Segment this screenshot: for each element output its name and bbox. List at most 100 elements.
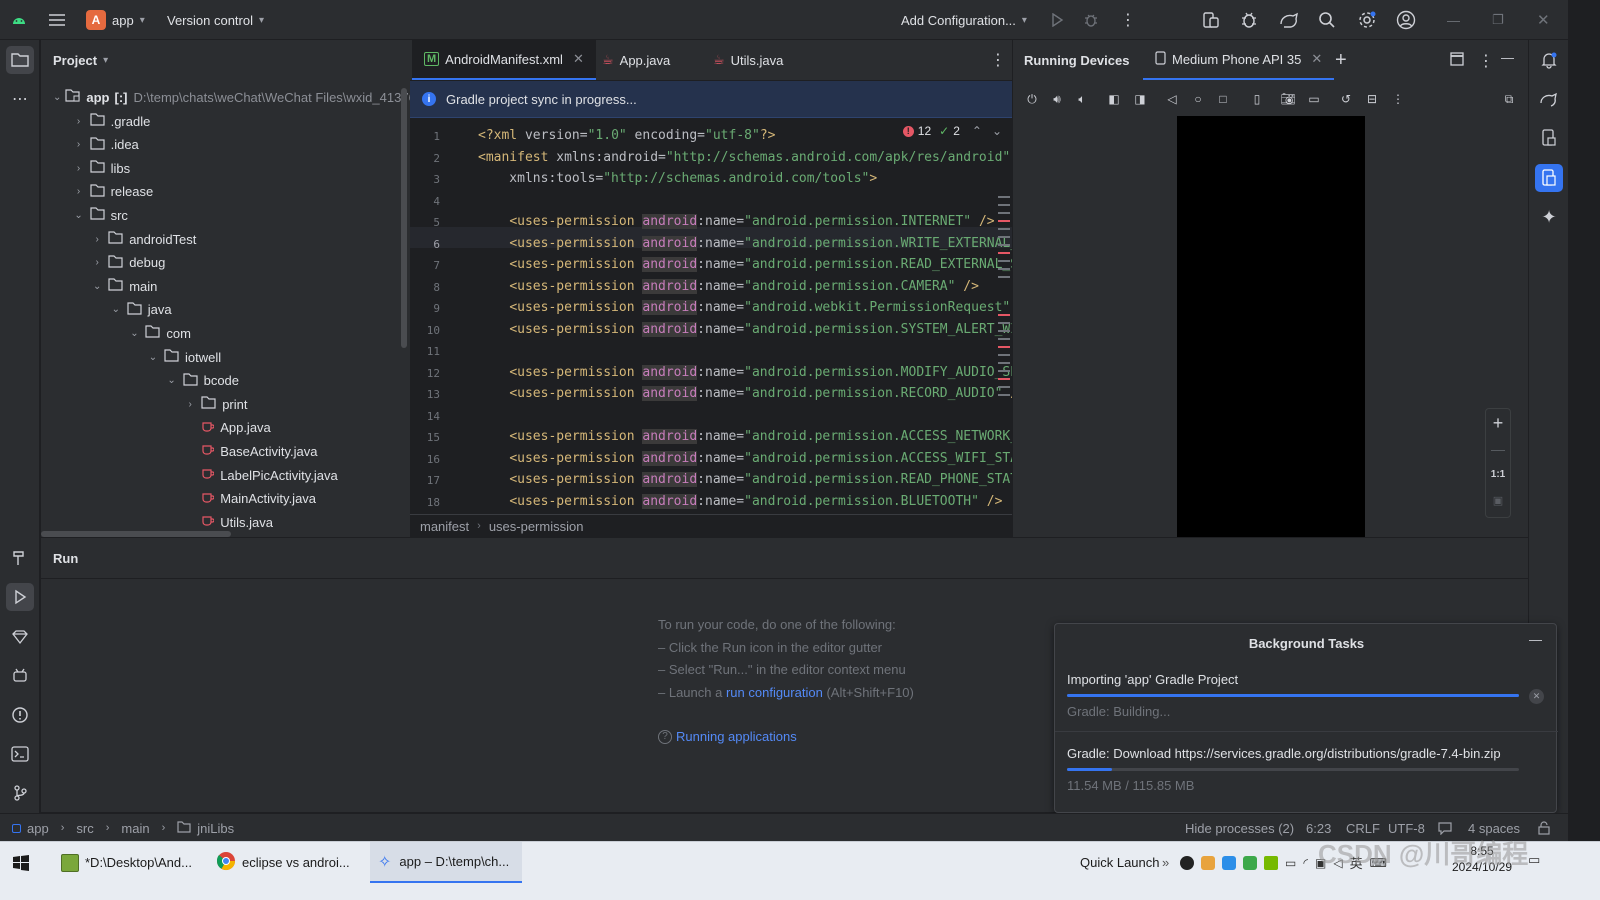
tree-item[interactable]: › release [41,180,410,204]
chevron-down-icon[interactable]: ⌄ [90,281,104,292]
tree-item[interactable]: › .idea [41,133,410,157]
stripe-mark[interactable] [998,322,1010,324]
running-applications-row[interactable]: ? Running applications [658,726,914,749]
expand-toolbar-icon[interactable]: » [1162,842,1169,883]
more-options-icon[interactable]: ⋮ [1478,51,1494,71]
gemini-sparkle-icon[interactable]: ✦ [1535,203,1563,231]
taskbar-notepad[interactable]: *D:\Desktop\And... [55,842,203,883]
tree-item[interactable]: › libs [41,156,410,180]
tray-app-icon[interactable] [1201,855,1215,870]
inspection-widget[interactable]: ! 12 ✓ 2 ⌃ ⌄ [902,124,1002,138]
wifi-icon[interactable]: ◜ [1303,856,1308,870]
stripe-mark[interactable] [998,394,1010,396]
chevron-right-icon[interactable]: › [72,139,86,150]
tree-item[interactable]: › debug [41,251,410,275]
mirror-settings-icon[interactable]: ⧉ [1500,90,1518,108]
tree-root-app[interactable]: ⌄ app [:] D:\temp\chats\weChat\WeChat Fi… [41,85,410,109]
screenshot-icon[interactable]: 📷︎ [1279,90,1297,108]
taskbar-android-studio[interactable]: ✧ app – D:\temp\ch... [370,842,522,883]
volume-down-icon[interactable]: 🔈︎ [1073,90,1091,108]
build-hammer-icon[interactable] [6,544,34,572]
stripe-mark[interactable] [998,228,1010,230]
stripe-mark[interactable] [998,314,1010,316]
tab-utils-java[interactable]: ☕ Utils.java [701,40,795,80]
stripe-mark[interactable] [998,370,1010,372]
tree-item[interactable]: ⌄ iotwell [41,345,410,369]
stripe-mark[interactable] [998,268,1010,270]
status-path-item[interactable]: jniLibs [197,821,234,836]
reset-icon[interactable]: ↺ [1337,90,1355,108]
version-control-menu[interactable]: Version control ▾ [167,0,264,40]
zoom-in-icon[interactable]: + [1486,411,1510,435]
status-path-item[interactable]: app [27,821,49,836]
back-icon[interactable]: ◁ [1163,90,1181,108]
status-path-item[interactable]: src [76,821,93,836]
tabs-more-icon[interactable]: ⋮ [978,40,1012,80]
close-window-icon[interactable]: ✕ [1537,0,1550,40]
vertical-scrollbar[interactable] [401,88,407,348]
breadcrumb-item-uses-permission[interactable]: uses-permission [489,519,584,534]
zoom-out-icon[interactable]: — [1486,437,1510,461]
chevron-down-icon[interactable]: ⌄ [53,92,61,103]
tray-app-icon[interactable] [1243,855,1257,870]
running-devices-icon[interactable] [1535,164,1563,192]
tree-item[interactable]: ⌄ main [41,274,410,298]
close-icon[interactable]: ✕ [573,51,584,67]
taskbar-chrome[interactable]: eclipse vs androi... [210,842,364,883]
chevron-right-icon[interactable]: › [72,186,86,197]
stripe-mark[interactable] [998,386,1010,388]
stripe-mark[interactable] [998,338,1010,340]
project-panel-header[interactable]: Project ▾ [41,40,410,80]
stripe-mark[interactable] [998,378,1010,380]
tree-item[interactable]: MainActivity.java [41,487,410,511]
nvidia-icon[interactable] [1264,855,1278,870]
lock-icon[interactable] [1538,814,1550,842]
layout-icon[interactable] [1450,52,1464,69]
battery-icon[interactable]: ▭ [1285,856,1296,870]
terminal-icon[interactable] [6,740,34,768]
running-applications-link[interactable]: Running applications [676,726,797,749]
chevron-right-icon[interactable]: › [90,234,104,245]
stripe-mark[interactable] [998,212,1010,214]
device-tab[interactable]: Medium Phone API 35 ✕ [1143,40,1335,80]
stripe-mark[interactable] [998,260,1010,262]
stripe-mark[interactable] [998,330,1010,332]
sdk-manager-icon[interactable] [1239,0,1259,40]
chevron-right-icon[interactable]: › [72,116,86,127]
chevron-up-icon[interactable]: ⌃ [972,124,982,138]
run-tool-icon[interactable] [6,583,34,611]
more-tool-windows-icon[interactable]: ⋯ [6,85,34,113]
stripe-mark[interactable] [998,236,1010,238]
run-configuration-selector[interactable]: Add Configuration... ▾ [901,0,1027,40]
tree-item[interactable]: ⌄ java [41,298,410,322]
tree-item[interactable]: ⌄ com [41,321,410,345]
stripe-mark[interactable] [998,244,1010,246]
tree-item[interactable]: ⌄ bcode [41,369,410,393]
add-device-icon[interactable]: + [1335,50,1347,70]
status-path-item[interactable]: main [121,821,149,836]
chevron-down-icon[interactable]: ⌄ [146,352,160,363]
stripe-mark[interactable] [998,196,1010,198]
tree-item[interactable]: › print [41,392,410,416]
stripe-mark[interactable] [998,252,1010,254]
power-icon[interactable]: ⏻ [1023,90,1041,108]
run-configuration-link[interactable]: run configuration [726,685,823,700]
project-switcher[interactable]: A app ▾ [86,0,145,40]
chevron-down-icon[interactable]: ⌄ [992,124,1002,138]
chevron-down-icon[interactable]: ⌄ [72,210,86,221]
debug-icon[interactable] [1083,0,1099,40]
stripe-mark[interactable] [998,204,1010,206]
more-actions-icon[interactable]: ⋮ [1120,0,1136,40]
device-frame-icon[interactable]: ▯ [1248,90,1266,108]
screen-record-icon[interactable]: ▭ [1305,90,1323,108]
home-icon[interactable]: ○ [1189,90,1207,108]
stripe-mark[interactable] [998,346,1010,348]
volume-up-icon[interactable]: 🔊︎ [1048,90,1066,108]
chevron-right-icon[interactable]: › [72,163,86,174]
rotate-right-icon[interactable]: ◨ [1131,90,1149,108]
tree-item[interactable]: › androidTest [41,227,410,251]
project-folder-icon[interactable] [6,46,34,74]
overview-icon[interactable]: □ [1214,90,1232,108]
restore-window-icon[interactable]: ❐ [1492,0,1504,40]
notification-center-icon[interactable]: ▭ [1528,852,1540,868]
